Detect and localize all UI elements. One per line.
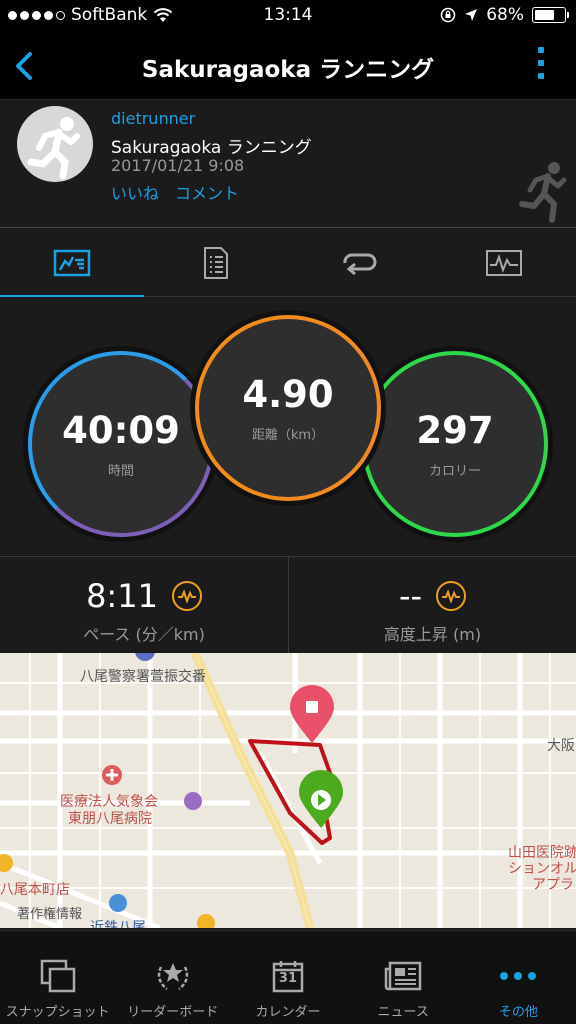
- map-label-yamada-3: アプラ: [532, 877, 574, 893]
- distance-value: 4.90: [242, 373, 334, 416]
- pulse-icon: [171, 581, 202, 611]
- running-activity-icon: [519, 162, 567, 223]
- calorie-label: カロリー: [428, 464, 481, 479]
- tab-details[interactable]: [144, 229, 288, 297]
- time-circle: 40:09 時間: [28, 351, 214, 537]
- distance-circle: 4.90 距離（km）: [195, 315, 381, 501]
- runner-avatar-icon: [27, 117, 80, 180]
- pace-label: ペース (分／km): [83, 625, 205, 644]
- tab-calendar-label: カレンダー: [255, 1005, 321, 1020]
- pace-metric: 8:11 ペース (分／km): [0, 557, 288, 653]
- tab-laps[interactable]: [288, 229, 432, 297]
- map-copyright-link[interactable]: 著作権情報: [17, 903, 82, 922]
- elevation-metric: -- 高度上昇 (m): [288, 557, 576, 653]
- tab-more-label: その他: [498, 1005, 538, 1020]
- battery-icon: [532, 7, 569, 23]
- start-pin-icon: [299, 770, 343, 828]
- username-link[interactable]: dietrunner: [111, 109, 195, 128]
- tab-more[interactable]: その他: [461, 931, 576, 1024]
- calorie-value: 297: [416, 409, 494, 452]
- time-value: 40:09: [62, 409, 180, 452]
- tab-news[interactable]: ニュース: [346, 931, 461, 1024]
- pace-value: 8:11: [86, 577, 158, 615]
- bottom-tab-bar: スナップショット リーダーボード 31 カレンダー ニュース その他: [0, 930, 576, 1024]
- like-link[interactable]: いいね: [111, 180, 159, 204]
- elevation-value: --: [398, 577, 423, 615]
- map-label-kintetsu: 近鉄八尾: [90, 920, 146, 928]
- activity-name: Sakuragaoka ランニング: [111, 138, 312, 158]
- summary-stats: 40:09 時間 297 カロリー 4.90 距離（km）: [0, 297, 576, 555]
- tab-snapshot-label: スナップショット: [5, 1005, 110, 1020]
- news-icon: [384, 961, 422, 991]
- leaderboard-icon: [157, 963, 188, 990]
- detail-tabs: [0, 229, 576, 298]
- calorie-circle: 297 カロリー: [362, 351, 548, 537]
- nav-bar: Sakuragaoka ランニング: [0, 32, 576, 100]
- metrics-row: 8:11 ペース (分／km) -- 高度上昇 (m): [0, 556, 576, 653]
- battery-percent: 68%: [486, 5, 524, 25]
- tab-news-label: ニュース: [377, 1005, 429, 1020]
- activity-header: dietrunner Sakuragaoka ランニング 2017/01/21 …: [0, 100, 576, 228]
- tab-overview[interactable]: [0, 229, 144, 298]
- route-map[interactable]: 八尾警察署萱振交番 医療法人気象会 東朋八尾病院 大阪 山田医院跡 ションオル …: [0, 653, 576, 928]
- overview-stats-icon: [53, 249, 91, 277]
- rotation-lock-icon: [440, 7, 456, 23]
- comment-link[interactable]: コメント: [175, 180, 239, 204]
- activity-date: 2017/01/21 9:08: [111, 156, 245, 175]
- status-bar: SoftBank 13:14 68%: [0, 0, 576, 32]
- tab-charts[interactable]: [432, 229, 576, 297]
- snapshot-icon: [40, 959, 75, 993]
- document-list-icon: [204, 247, 228, 279]
- elevation-label: 高度上昇 (m): [383, 625, 482, 644]
- avatar[interactable]: [17, 106, 93, 182]
- page-title: Sakuragaoka ランニング: [141, 57, 435, 83]
- laps-loop-icon: [343, 253, 377, 276]
- location-arrow-icon: [465, 9, 478, 21]
- map-label-honmachi: 八尾本町店: [0, 882, 70, 898]
- pulse-icon: [436, 581, 467, 611]
- map-label-osaka: 大阪: [547, 738, 575, 754]
- time-label: 時間: [107, 464, 134, 479]
- tab-snapshot[interactable]: スナップショット: [0, 931, 115, 1024]
- calendar-day: 31: [278, 971, 298, 986]
- map-label-police: 八尾警察署萱振交番: [80, 669, 206, 685]
- more-icon: [500, 972, 537, 980]
- distance-label: 距離（km）: [251, 428, 325, 443]
- map-label-hospital-2: 東朋八尾病院: [68, 811, 152, 827]
- tab-leaderboard-label: リーダーボード: [127, 1005, 219, 1020]
- tab-calendar[interactable]: 31 カレンダー: [230, 931, 345, 1024]
- tab-leaderboard[interactable]: リーダーボード: [115, 931, 230, 1024]
- chart-monitor-icon: [486, 250, 522, 276]
- more-vertical-icon[interactable]: [538, 47, 546, 79]
